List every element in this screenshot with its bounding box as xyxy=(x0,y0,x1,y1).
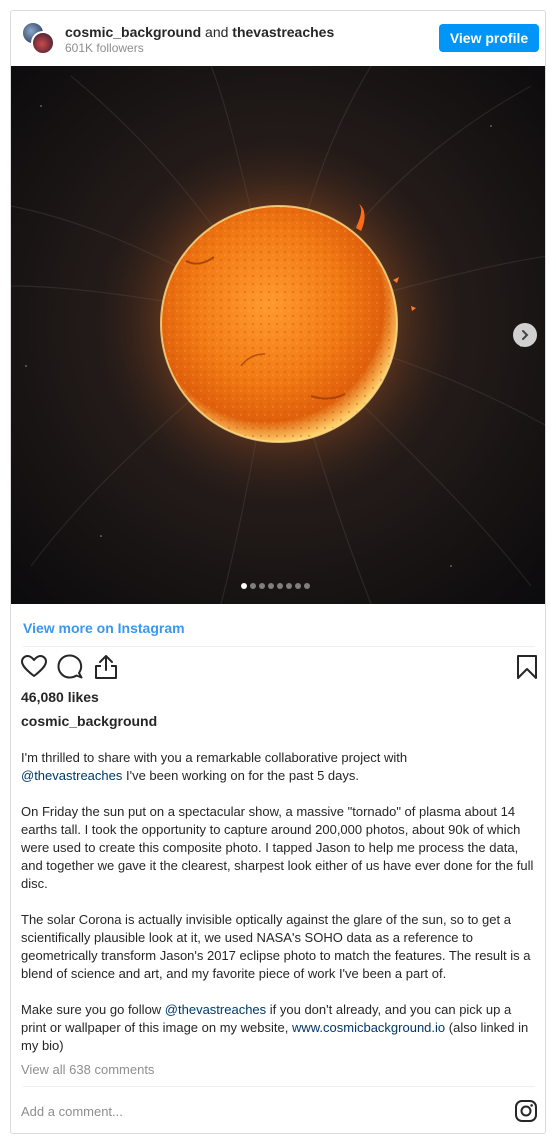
instagram-embed-card: cosmic_background and thevastreaches 601… xyxy=(10,10,546,1134)
carousel-indicator xyxy=(241,583,310,589)
follower-count: 601K followers xyxy=(65,41,144,55)
post-caption: I'm thrilled to share with you a remarka… xyxy=(21,749,537,1055)
view-profile-button[interactable]: View profile xyxy=(439,24,539,52)
chevron-right-icon xyxy=(522,330,529,340)
like-count[interactable]: 46,080 likes xyxy=(21,689,99,705)
mention-thevastreaches[interactable]: @thevastreaches xyxy=(165,1002,266,1017)
sun-photo xyxy=(11,66,545,604)
divider xyxy=(23,646,535,647)
divider xyxy=(23,1086,535,1087)
carousel-dot xyxy=(259,583,265,589)
username-link-thevastreaches[interactable]: thevastreaches xyxy=(232,24,334,40)
caption-paragraph: On Friday the sun put on a spectacular s… xyxy=(21,804,534,891)
add-comment-input[interactable]: Add a comment... xyxy=(21,1104,123,1119)
caption-paragraph: I'm thrilled to share with you a remarka… xyxy=(21,750,408,783)
username-link-cosmic-background[interactable]: cosmic_background xyxy=(65,24,201,40)
avatar[interactable] xyxy=(21,21,57,57)
and-text: and xyxy=(205,24,229,40)
heart-icon[interactable] xyxy=(21,654,47,680)
collab-usernames: cosmic_background and thevastreaches xyxy=(65,24,334,40)
instagram-icon[interactable] xyxy=(514,1099,538,1123)
carousel-dot xyxy=(304,583,310,589)
carousel-dot xyxy=(268,583,274,589)
carousel-dot xyxy=(286,583,292,589)
bookmark-icon[interactable] xyxy=(515,654,539,680)
view-all-comments-link[interactable]: View all 638 comments xyxy=(21,1062,154,1077)
post-header: cosmic_background and thevastreaches 601… xyxy=(11,11,545,67)
post-owner-username[interactable]: cosmic_background xyxy=(21,713,157,729)
view-more-on-instagram-link[interactable]: View more on Instagram xyxy=(23,620,185,636)
share-icon[interactable] xyxy=(93,654,119,680)
carousel-dot-active xyxy=(241,583,247,589)
avatar-thevastreaches[interactable] xyxy=(31,31,55,55)
website-link[interactable]: www.cosmicbackground.io xyxy=(292,1020,445,1035)
caption-paragraph: Make sure you go follow @thevastreaches … xyxy=(21,1002,529,1053)
caption-paragraph: The solar Corona is actually invisible o… xyxy=(21,912,531,981)
mention-thevastreaches[interactable]: @thevastreaches xyxy=(21,768,122,783)
next-slide-button[interactable] xyxy=(513,323,537,347)
comment-icon[interactable] xyxy=(57,654,83,680)
action-bar xyxy=(21,654,541,682)
carousel-dot xyxy=(277,583,283,589)
post-image[interactable] xyxy=(11,66,545,604)
carousel-dot xyxy=(295,583,301,589)
carousel-dot xyxy=(250,583,256,589)
